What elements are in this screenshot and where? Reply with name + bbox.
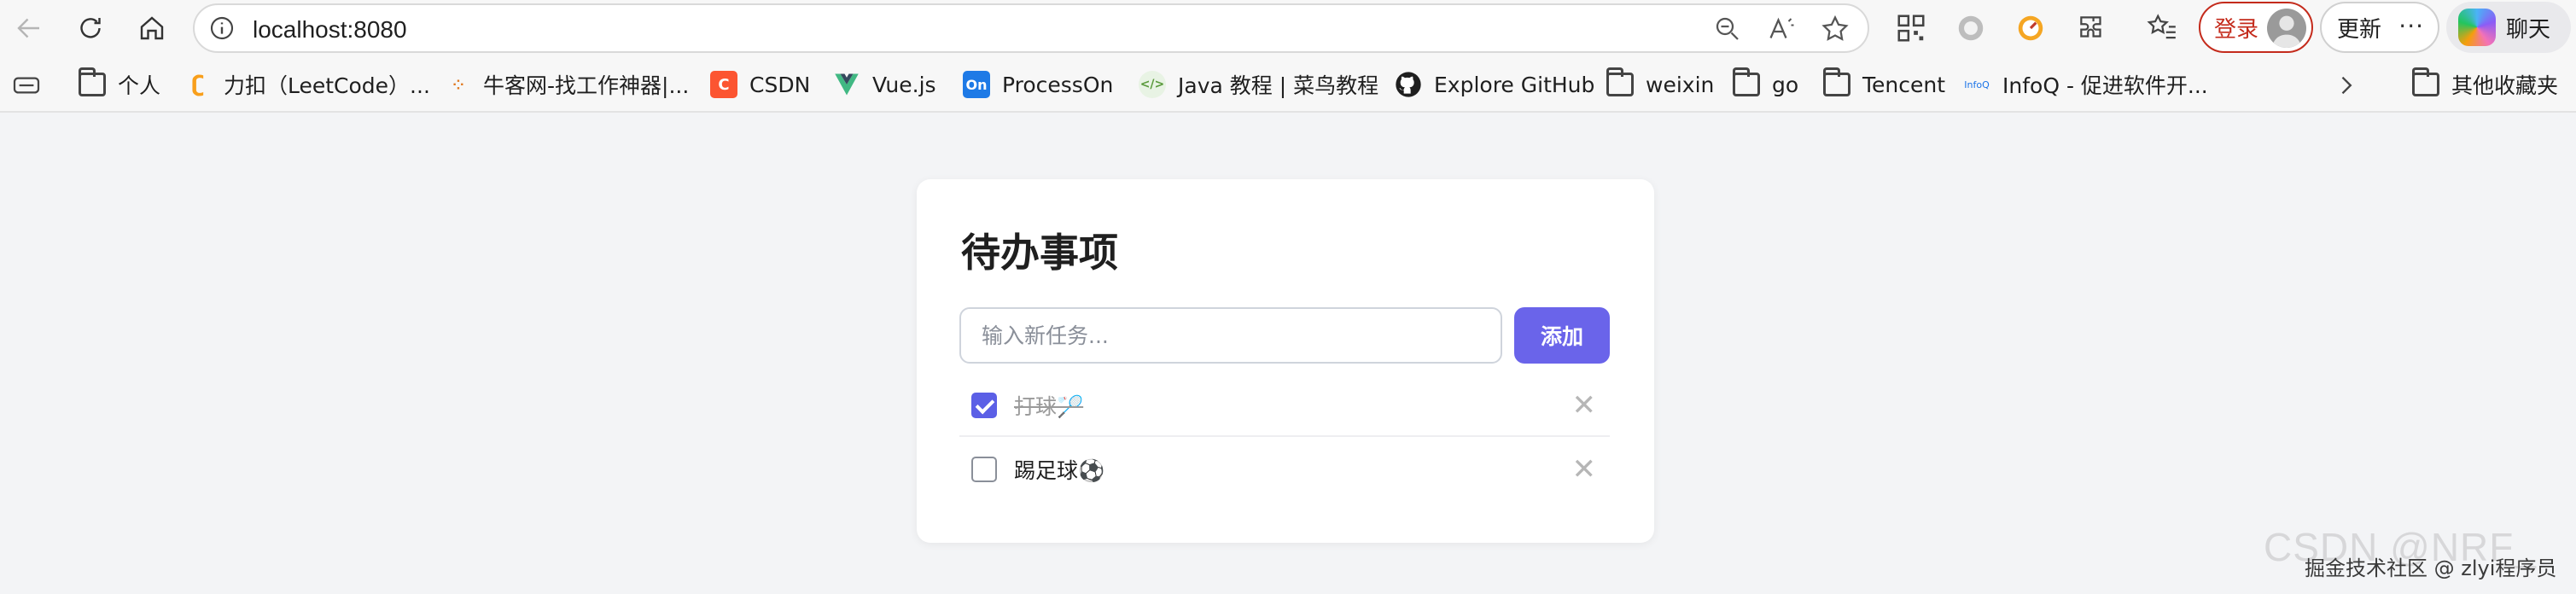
bookmark-label: Java 教程 | 菜鸟教程 [1178, 73, 1379, 98]
todo-checkbox[interactable] [971, 457, 997, 482]
delete-icon[interactable]: ✕ [1572, 388, 1597, 422]
folder-icon [1606, 67, 1634, 98]
reading-list-icon[interactable] [12, 73, 41, 97]
browser-toolbar: localhost:8080 登录 更新 ··· 聊天 [0, 0, 2576, 56]
github-icon [1395, 71, 1422, 98]
address-bar[interactable]: localhost:8080 [193, 3, 1869, 53]
favorite-star-icon[interactable] [1820, 14, 1850, 44]
bookmark-item[interactable]: Tencent [1823, 67, 1946, 101]
bookmark-label: Tencent [1862, 72, 1946, 97]
runoob-icon: </> [1139, 71, 1166, 98]
bookmark-label: ProcessOn [1002, 72, 1114, 97]
bookmark-item[interactable]: weixin [1606, 67, 1715, 101]
todo-text: 打球🏸 [1014, 394, 1084, 419]
bookmark-item[interactable]: Vue.js [833, 68, 936, 101]
home-button[interactable] [130, 6, 174, 50]
extension-circle-icon[interactable] [1955, 12, 1987, 44]
bookmark-label: CSDN [749, 72, 811, 97]
login-button[interactable]: 登录 [2199, 2, 2313, 53]
bookmark-item[interactable]: go [1733, 67, 1799, 101]
bookmark-item[interactable]: ⁘ 牛客网-找工作神器|... [446, 68, 689, 101]
bookmark-item[interactable]: C CSDN [710, 68, 810, 101]
collections-icon[interactable] [2146, 12, 2178, 44]
bookmark-label: 个人 [118, 73, 161, 98]
back-arrow-icon [17, 18, 39, 38]
read-aloud-icon[interactable] [1767, 14, 1798, 44]
bookmark-label: weixin [1646, 72, 1715, 97]
zoom-out-icon[interactable] [1712, 14, 1743, 44]
bookmark-label: go [1772, 72, 1799, 97]
todo-card: 待办事项 添加 打球🏸 ✕ 踢足球⚽ ✕ [917, 179, 1654, 543]
back-button[interactable] [7, 6, 51, 50]
bookmark-label: Explore GitHub [1434, 72, 1595, 97]
vue-icon [833, 71, 860, 98]
infoq-icon: InfoQ [1964, 79, 1990, 90]
folder-icon [79, 67, 106, 98]
update-button[interactable]: 更新 ··· [2320, 2, 2439, 53]
copilot-chat-button[interactable]: 聊天 [2446, 2, 2571, 53]
qr-code-icon[interactable] [1895, 12, 1927, 44]
processon-icon: On [963, 71, 990, 98]
bookmark-label: Vue.js [872, 72, 936, 97]
bookmark-item[interactable]: Explore GitHub [1395, 68, 1594, 101]
leetcode-icon: ʗ [191, 72, 205, 97]
bookmark-label: 力扣（LeetCode）... [224, 73, 430, 98]
bookmark-item[interactable]: ʗ 力扣（LeetCode）... [184, 68, 430, 101]
bookmark-item[interactable]: </> Java 教程 | 菜鸟教程 [1139, 68, 1378, 101]
add-button[interactable]: 添加 [1514, 307, 1610, 364]
reload-button[interactable] [68, 6, 113, 50]
folder-icon [2412, 67, 2439, 98]
reload-icon [80, 18, 101, 38]
bookmark-label: 其他收藏夹 [2451, 73, 2559, 98]
todo-item: 打球🏸 ✕ [959, 376, 1610, 437]
todo-item: 踢足球⚽ ✕ [959, 439, 1610, 500]
bookmarks-bar: 个人 ʗ 力扣（LeetCode）... ⁘ 牛客网-找工作神器|... C C… [0, 56, 2576, 113]
home-icon [140, 16, 164, 40]
new-task-input[interactable] [959, 307, 1502, 364]
bookmark-item[interactable]: 个人 [79, 67, 161, 101]
bookmark-item[interactable]: On ProcessOn [963, 68, 1113, 101]
url-text[interactable]: localhost:8080 [253, 16, 407, 44]
page-title: 待办事项 [961, 230, 1118, 276]
bookmark-item[interactable]: InfoQ InfoQ - 促进软件开... [1963, 68, 2208, 101]
bookmark-label: InfoQ - 促进软件开... [2002, 73, 2208, 98]
extensions-puzzle-icon[interactable] [2076, 12, 2108, 44]
bookmark-label: 牛客网-找工作神器|... [483, 73, 690, 98]
todo-checkbox-checked[interactable] [971, 393, 997, 418]
site-info-icon[interactable] [208, 15, 236, 42]
speed-gauge-icon[interactable] [2014, 12, 2047, 44]
nowcoder-icon: ⁘ [452, 76, 464, 93]
login-label: 登录 [2214, 16, 2259, 43]
folder-icon [1823, 67, 1850, 98]
more-menu-icon[interactable]: ··· [2398, 12, 2424, 40]
delete-icon[interactable]: ✕ [1572, 452, 1597, 486]
folder-icon [1733, 67, 1760, 98]
copilot-icon [2458, 9, 2496, 46]
chat-label: 聊天 [2506, 16, 2551, 43]
watermark-juejin: 掘金技术社区 @ zlyi程序员 [2305, 556, 2557, 580]
update-label: 更新 [2337, 16, 2382, 43]
csdn-icon: C [710, 71, 737, 98]
avatar [2267, 9, 2306, 48]
person-icon [2271, 15, 2302, 48]
bookmark-item-other[interactable]: 其他收藏夹 [2412, 67, 2559, 101]
todo-text: 踢足球⚽ [1014, 458, 1105, 483]
chevron-right-icon[interactable] [2334, 73, 2357, 97]
